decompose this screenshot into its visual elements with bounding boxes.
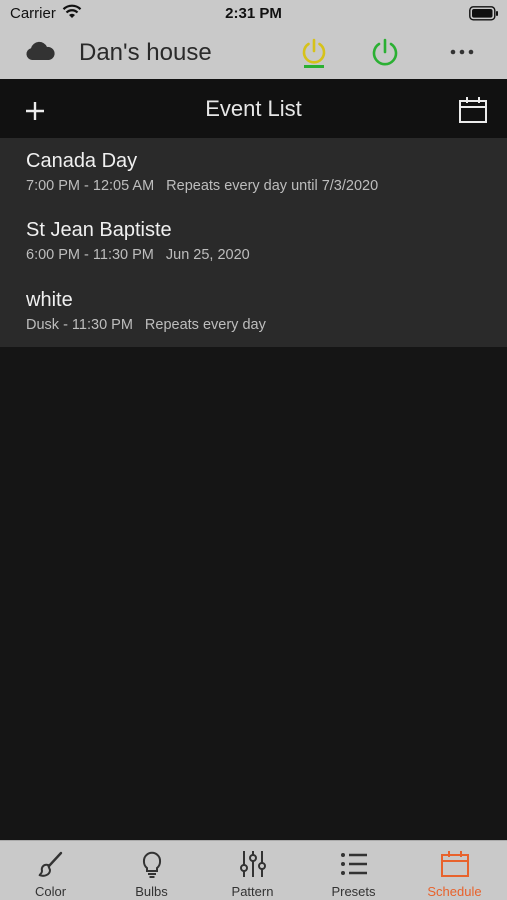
event-list-toolbar: Event List [0,79,507,138]
more-icon[interactable] [448,42,476,67]
event-name: Canada Day [26,150,138,172]
bulb-icon [137,849,167,879]
page-title: Event List [205,96,302,121]
event-time: 6:00 PM - 11:30 PM [26,247,154,263]
event-time: 7:00 PM - 12:05 AM [26,178,155,194]
cloud-icon[interactable] [24,40,56,67]
sliders-icon [238,849,268,879]
tab-schedule[interactable]: Schedule [404,841,505,900]
brush-icon [36,849,66,879]
tab-label: Presets [331,884,376,899]
location-title[interactable]: Dan's house [79,39,212,67]
tab-bulbs[interactable]: Bulbs [101,841,202,900]
tab-bar: Color Bulbs Pattern Presets Schedule [0,840,507,900]
app-header: Dan's house [0,30,507,79]
event-time: Dusk - 11:30 PM [26,317,133,333]
event-item[interactable]: Canada Day 7:00 PM - 12:05 AM Repeats eve… [0,138,507,207]
list-icon [339,849,369,879]
clock-time: 2:31 PM [225,5,282,22]
event-name: St Jean Baptiste [26,219,172,241]
event-recurrence: Repeats every day until 7/3/2020 [166,178,379,194]
calendar-icon[interactable] [458,96,488,129]
event-details: Dusk - 11:30 PM Repeats every day [26,317,266,333]
event-date: Jun 25, 2020 [165,247,250,263]
event-details: 7:00 PM - 12:05 AM Repeats every day unti… [26,178,378,194]
tab-presets[interactable]: Presets [303,841,404,900]
calendar-icon [440,849,470,879]
battery-icon [469,6,499,26]
event-list: Canada Day 7:00 PM - 12:05 AM Repeats eve… [0,138,507,347]
tab-pattern[interactable]: Pattern [202,841,303,900]
power-icon[interactable] [370,37,400,74]
status-bar: Carrier 2:31 PM [0,0,507,30]
tab-color[interactable]: Color [0,841,101,900]
timer-power-icon[interactable] [300,37,328,74]
tab-label: Pattern [231,884,274,899]
empty-content-area [0,347,507,840]
tab-label: Bulbs [135,884,168,899]
tab-label: Schedule [427,884,482,899]
tab-label: Color [34,884,67,899]
event-item[interactable]: St Jean Baptiste 6:00 PM - 11:30 PM Jun 2… [0,207,507,276]
event-recurrence: Repeats every day [144,317,266,333]
event-details: 6:00 PM - 11:30 PM Jun 25, 2020 [26,247,250,263]
event-name: white [26,289,73,311]
event-item[interactable]: white Dusk - 11:30 PM Repeats every day [0,277,507,346]
